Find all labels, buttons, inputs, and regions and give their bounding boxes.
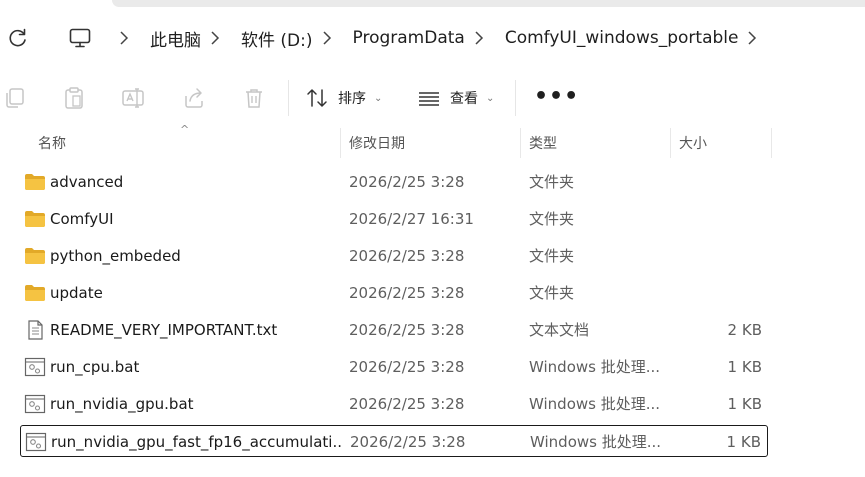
breadcrumb-this-pc[interactable]: 此电脑 (150, 26, 201, 51)
view-list-icon (419, 92, 439, 106)
folder-icon (25, 248, 45, 264)
command-bar: 排序 ⌄ 查看 ⌄ ••• (0, 70, 865, 126)
batch-file-icon (24, 394, 46, 414)
file-name: run_nvidia_gpu_fast_fp16_accumulati... (51, 433, 341, 451)
file-size: 2 KB (727, 321, 762, 339)
file-date: 2026/2/25 3:28 (349, 284, 465, 302)
folder-icon (25, 285, 45, 301)
toolbar-divider (288, 80, 289, 116)
file-date: 2026/2/25 3:28 (349, 247, 465, 265)
file-type: 文件夹 (529, 210, 575, 228)
column-header-row: ^ 名称 修改日期 类型 大小 (0, 123, 865, 160)
sort-button[interactable]: 排序 ⌄ (306, 84, 382, 112)
file-name: run_cpu.bat (50, 358, 140, 376)
breadcrumb-drive-d[interactable]: 软件 (D:) (241, 26, 313, 51)
column-header-date[interactable]: 修改日期 (349, 126, 405, 160)
column-divider[interactable] (771, 128, 772, 158)
view-label: 查看 (450, 91, 478, 107)
paste-icon[interactable] (62, 86, 86, 110)
copy-icon[interactable] (3, 86, 27, 110)
file-row[interactable]: advanced 2026/2/25 3:28 文件夹 (20, 166, 768, 198)
chevron-right-icon[interactable] (473, 30, 485, 46)
delete-icon[interactable] (242, 86, 266, 110)
file-row[interactable]: run_nvidia_gpu.bat 2026/2/25 3:28 Window… (20, 388, 768, 420)
file-date: 2026/2/25 3:28 (350, 433, 466, 451)
file-name: update (50, 284, 103, 302)
column-header-name[interactable]: 名称 (38, 126, 66, 160)
file-row[interactable]: run_cpu.bat 2026/2/25 3:28 Windows 批处理..… (20, 351, 768, 383)
refresh-icon[interactable] (6, 26, 30, 50)
tab-strip-edge (112, 0, 865, 7)
file-type: 文件夹 (529, 284, 575, 302)
breadcrumb-programdata[interactable]: ProgramData (353, 28, 465, 48)
file-date: 2026/2/27 16:31 (349, 210, 474, 228)
file-name: run_nvidia_gpu.bat (50, 395, 194, 413)
sort-label: 排序 (338, 91, 366, 107)
chevron-right-icon[interactable] (209, 30, 221, 46)
folder-icon (25, 174, 45, 190)
column-divider[interactable] (520, 128, 521, 158)
file-row[interactable]: python_embeded 2026/2/25 3:28 文件夹 (20, 240, 768, 272)
file-type: 文件夹 (529, 173, 575, 191)
computer-icon[interactable] (68, 26, 92, 50)
file-name: advanced (50, 173, 124, 191)
breadcrumb-comfyui-portable[interactable]: ComfyUI_windows_portable (505, 28, 739, 48)
file-size: 1 KB (727, 358, 762, 376)
file-size: 1 KB (726, 433, 761, 451)
file-name: README_VERY_IMPORTANT.txt (50, 321, 278, 339)
file-type: 文件夹 (529, 247, 575, 265)
file-type: Windows 批处理... (529, 395, 661, 413)
column-header-type[interactable]: 类型 (529, 126, 557, 160)
file-type: Windows 批处理... (529, 358, 661, 376)
folder-icon (25, 211, 45, 227)
file-name: python_embeded (50, 247, 181, 265)
toolbar-divider (515, 80, 516, 116)
column-divider[interactable] (340, 128, 341, 158)
sort-icon (307, 89, 327, 107)
chevron-down-icon: ⌄ (486, 92, 495, 104)
view-button[interactable]: 查看 ⌄ (418, 84, 494, 112)
chevron-right-icon[interactable] (118, 30, 130, 46)
file-date: 2026/2/25 3:28 (349, 321, 465, 339)
file-row[interactable]: README_VERY_IMPORTANT.txt 2026/2/25 3:28… (20, 314, 768, 346)
column-divider[interactable] (670, 128, 671, 158)
chevron-down-icon: ⌄ (374, 92, 383, 104)
file-row[interactable]: update 2026/2/25 3:28 文件夹 (20, 277, 768, 309)
address-bar: 此电脑 软件 (D:) ProgramData ComfyUI_windows_… (0, 0, 865, 70)
file-type: Windows 批处理... (530, 433, 662, 451)
file-type: 文本文档 (529, 321, 590, 339)
chevron-right-icon[interactable] (746, 30, 758, 46)
file-date: 2026/2/25 3:28 (349, 358, 465, 376)
column-header-size[interactable]: 大小 (679, 126, 707, 160)
file-size: 1 KB (727, 395, 762, 413)
file-date: 2026/2/25 3:28 (349, 395, 465, 413)
batch-file-icon (25, 432, 47, 452)
text-file-icon (28, 320, 43, 340)
sort-ascending-icon: ^ (180, 123, 190, 136)
share-icon[interactable] (182, 86, 206, 110)
file-row-selected[interactable]: run_nvidia_gpu_fast_fp16_accumulati... 2… (20, 425, 768, 457)
breadcrumb: 此电脑 软件 (D:) ProgramData ComfyUI_windows_… (60, 17, 865, 59)
file-date: 2026/2/25 3:28 (349, 173, 465, 191)
batch-file-icon (24, 357, 46, 377)
file-name: ComfyUI (50, 210, 114, 228)
file-row[interactable]: ComfyUI 2026/2/27 16:31 文件夹 (20, 203, 768, 235)
more-options-button[interactable]: ••• (534, 84, 579, 109)
rename-icon[interactable] (121, 86, 145, 110)
chevron-right-icon[interactable] (321, 30, 333, 46)
